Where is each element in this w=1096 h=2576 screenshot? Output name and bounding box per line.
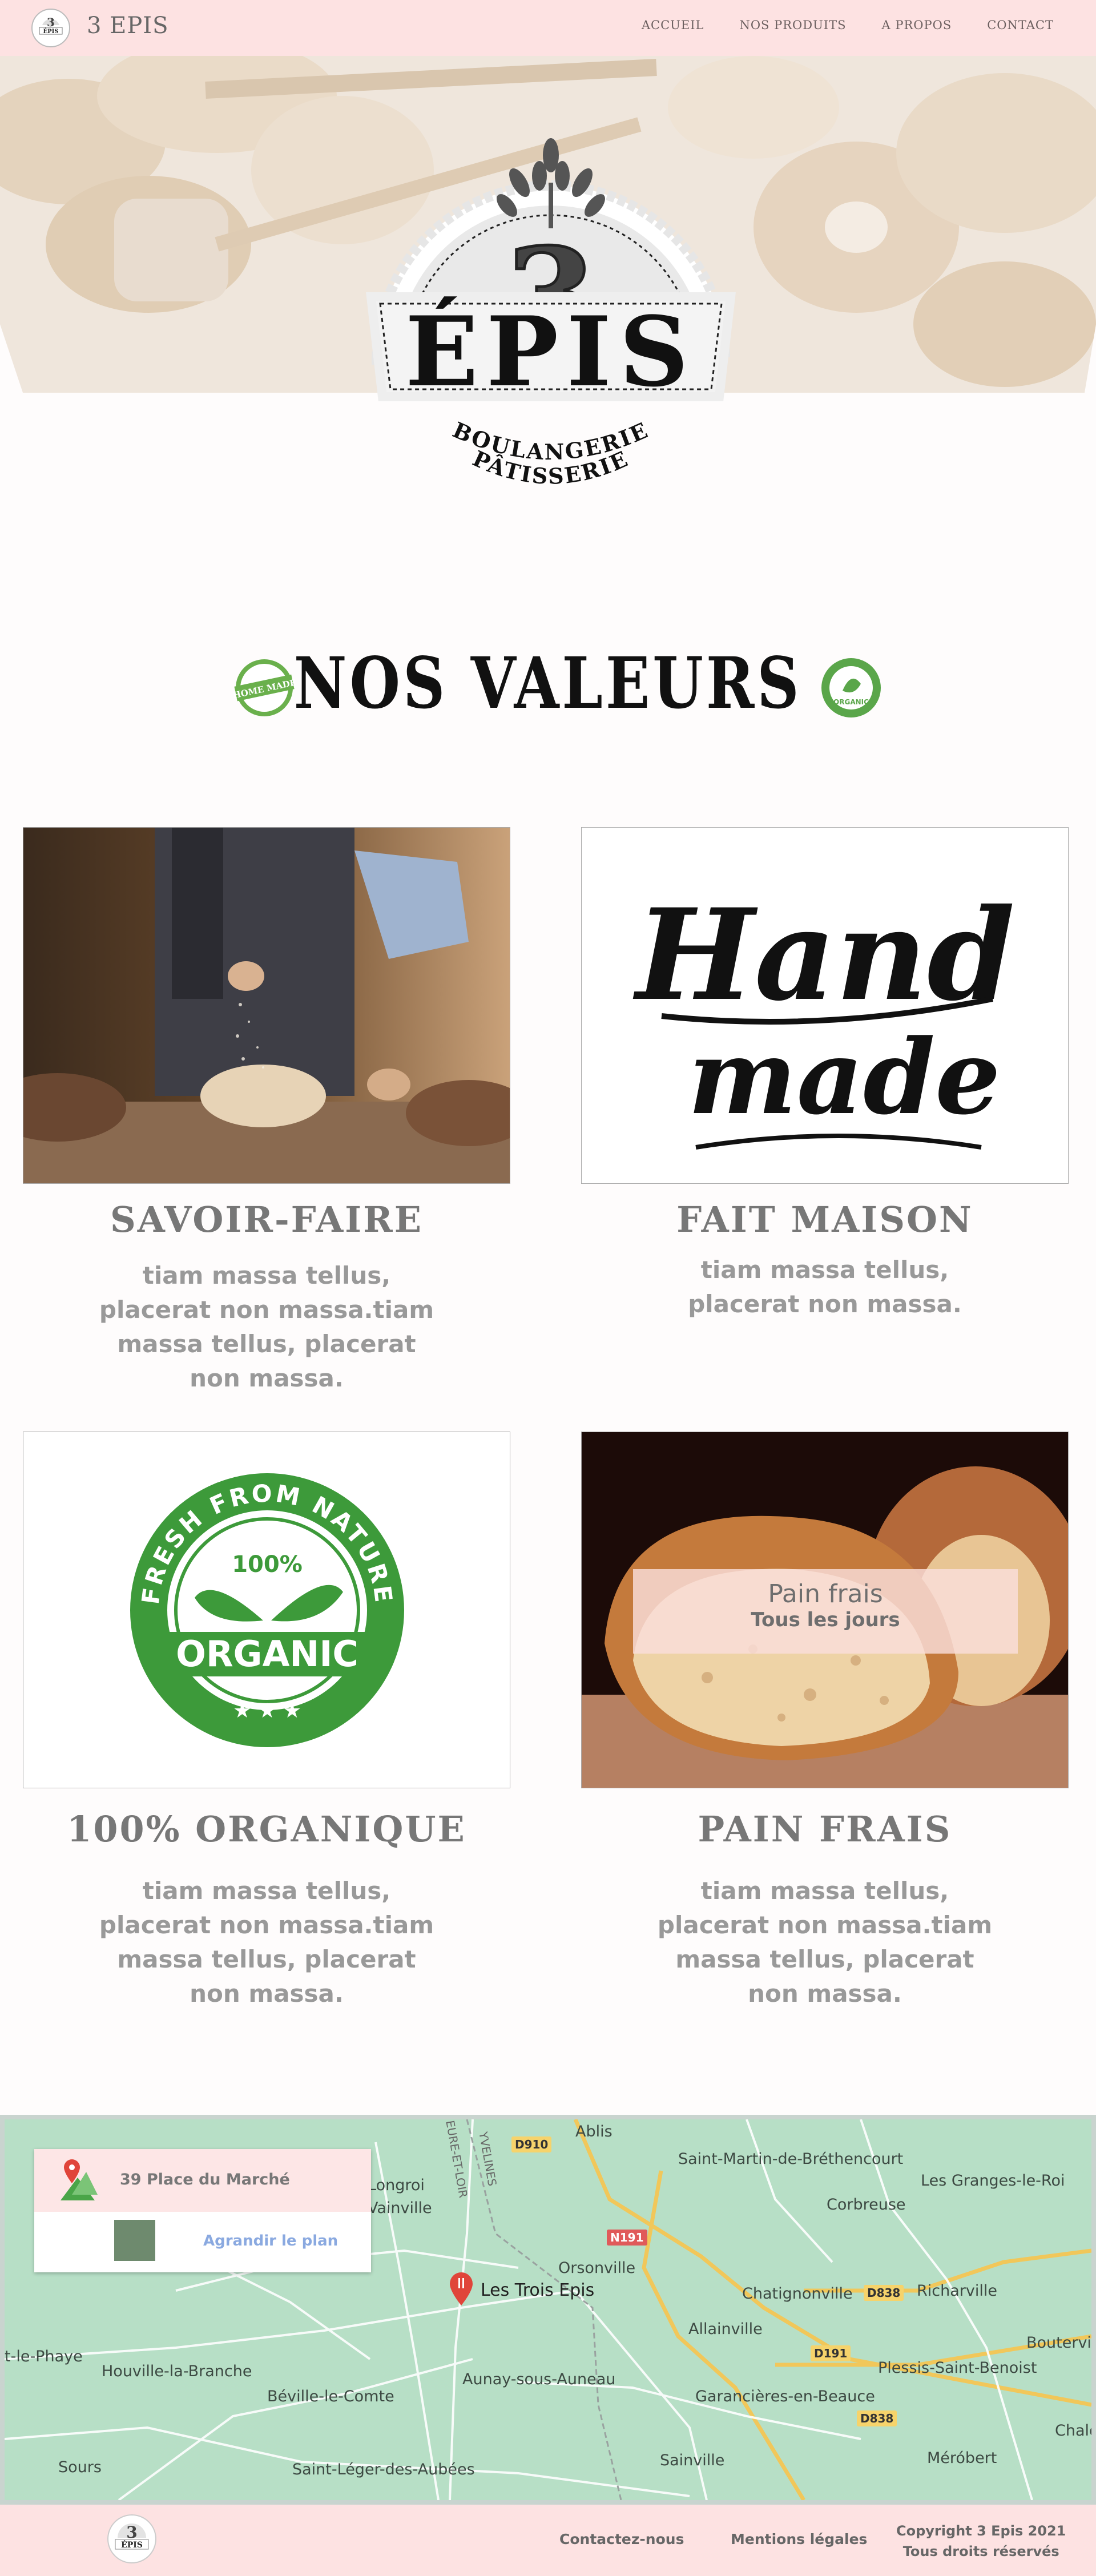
svg-text:ORGANIC: ORGANIC <box>176 1633 358 1675</box>
map-pin-label: Les Trois Epis <box>481 2280 595 2300</box>
map-place: Saint-Léger-des-Aubées <box>292 2461 475 2478</box>
nav-link-nos-produits[interactable]: NOS PRODUITS <box>739 18 846 32</box>
footer-logo[interactable]: 3 ÉPIS <box>106 2513 158 2567</box>
card-text-pain-frais: tiam massa tellus, placerat non massa.ti… <box>657 1877 993 2007</box>
map-pin-icon[interactable] <box>449 2272 474 2307</box>
map-place: Garancières-en-Beauce <box>695 2388 875 2405</box>
brand-name[interactable]: 3 EPIS <box>87 13 168 39</box>
overlay-subtitle: Tous les jours <box>751 1609 900 1631</box>
svg-text:100%: 100% <box>232 1551 303 1578</box>
card-text-fait-maison: tiam massa tellus, placerat non massa. <box>688 1256 962 1318</box>
svg-text:made: made <box>688 1017 1000 1138</box>
map-place: Vainville <box>368 2199 432 2217</box>
road-badge-d838-b: D838 <box>857 2410 897 2426</box>
organic-image: FRESH FROM NATURE 100% ORGANIC ★ ★ ★ <box>23 1432 510 1788</box>
rights-text: Tous droits réservés <box>902 2543 1059 2559</box>
map-thumbnail[interactable] <box>114 2220 155 2261</box>
road-badge-n191: N191 <box>607 2230 647 2246</box>
svg-text:ÉPIS: ÉPIS <box>405 295 696 408</box>
nav-link-contact[interactable]: CONTACT <box>987 18 1054 32</box>
map-place: Orsonville <box>558 2259 636 2277</box>
bakery-logo-badge: 3 ÉPIS BOULANGERIE PÂTISSERIE <box>366 138 736 489</box>
card-title-pain-frais: PAIN FRAIS <box>698 1808 952 1850</box>
map-place: Bouterville <box>1026 2334 1091 2352</box>
svg-text:3: 3 <box>126 2523 137 2542</box>
road-badge-d838-a: D838 <box>864 2285 904 2301</box>
handmade-image: Hand made <box>581 827 1069 1184</box>
card-title-savoir-faire: SAVOIR-FAIRE <box>110 1199 423 1240</box>
nav-link-accueil[interactable]: ACCUEIL <box>642 18 704 32</box>
map-place: t-le-Phaye <box>5 2348 83 2365</box>
organic-stamp-icon: ORGANIC <box>821 658 881 717</box>
road-badge-d910: D910 <box>511 2136 552 2152</box>
nav-link-a-propos[interactable]: A PROPOS <box>882 18 952 32</box>
svg-text:ORGANIC: ORGANIC <box>833 698 869 706</box>
map-place: Sours <box>58 2458 102 2476</box>
overlay-title: Pain frais <box>768 1579 883 1609</box>
wheat-icon <box>497 138 605 228</box>
map-place: Plessis-Saint-Benoist <box>878 2359 1037 2377</box>
map-place: Saint-Martin-de-Bréthencourt <box>678 2150 904 2168</box>
section-title: NOS VALEURS <box>0 642 1096 725</box>
map-place: Corbreuse <box>827 2196 906 2214</box>
svg-text:★ ★ ★: ★ ★ ★ <box>233 1699 301 1723</box>
map-place: Richarville <box>917 2282 997 2300</box>
copyright-text: Copyright 3 Epis 2021 <box>896 2523 1066 2539</box>
location-map[interactable]: D910 N191 D838 D191 D838 Ablis Saint-Mar… <box>0 2115 1096 2505</box>
map-place: Ablis <box>575 2123 613 2140</box>
footer-contact-link[interactable]: Contactez-nous <box>559 2531 684 2547</box>
card-text-organique: tiam massa tellus, placerat non massa.ti… <box>99 1877 434 2007</box>
map-info-card: 39 Place du Marché Agrandir le plan <box>34 2149 371 2272</box>
map-address: 39 Place du Marché <box>120 2171 290 2188</box>
map-location-icon <box>61 2159 98 2200</box>
top-navbar: 3 ÉPIS 3 EPIS ACCUEIL NOS PRODUITS A PRO… <box>0 0 1096 56</box>
pain-frais-overlay: Pain frais Tous les jours <box>633 1569 1018 1654</box>
svg-text:ÉPIS: ÉPIS <box>43 28 58 35</box>
map-place: Longroi <box>368 2176 425 2194</box>
road-badge-d191: D191 <box>811 2345 851 2361</box>
map-place: Les Granges-le-Roi <box>921 2172 1065 2190</box>
site-logo[interactable]: 3 ÉPIS <box>31 8 71 48</box>
map-place: Méróbert <box>927 2449 997 2467</box>
site-footer: 3 ÉPIS Contactez-nous Mentions légales C… <box>0 2505 1096 2576</box>
card-text-savoir-faire: tiam massa tellus, placerat non massa.ti… <box>99 1261 434 1392</box>
map-place: Aunay-sous-Auneau <box>462 2371 616 2388</box>
enlarge-map-link[interactable]: Agrandir le plan <box>203 2232 338 2250</box>
map-place: Sainville <box>660 2452 725 2469</box>
card-title-organique: 100% ORGANIQUE <box>67 1808 466 1850</box>
valeurs-heading: NOS VALEURS <box>294 642 802 725</box>
svg-text:ÉPIS: ÉPIS <box>121 2539 143 2550</box>
map-place: Houville-la-Branche <box>102 2363 252 2380</box>
map-place: Chalo-S <box>1055 2422 1091 2440</box>
map-place: Allainville <box>688 2320 763 2338</box>
map-place: Béville-le-Comte <box>267 2388 394 2405</box>
card-title-fait-maison: FAIT MAISON <box>676 1199 973 1240</box>
savoir-faire-image <box>23 827 510 1184</box>
pain-frais-image: Pain frais Tous les jours <box>581 1432 1069 1788</box>
main-menu: ACCUEIL NOS PRODUITS A PROPOS CONTACT <box>642 18 1054 32</box>
svg-text:3: 3 <box>47 15 55 29</box>
map-place: Chatignonville <box>742 2285 853 2303</box>
footer-copyright: Copyright 3 Epis 2021 Tous droits réserv… <box>896 2521 1066 2562</box>
footer-legal-link[interactable]: Mentions légales <box>731 2531 867 2547</box>
